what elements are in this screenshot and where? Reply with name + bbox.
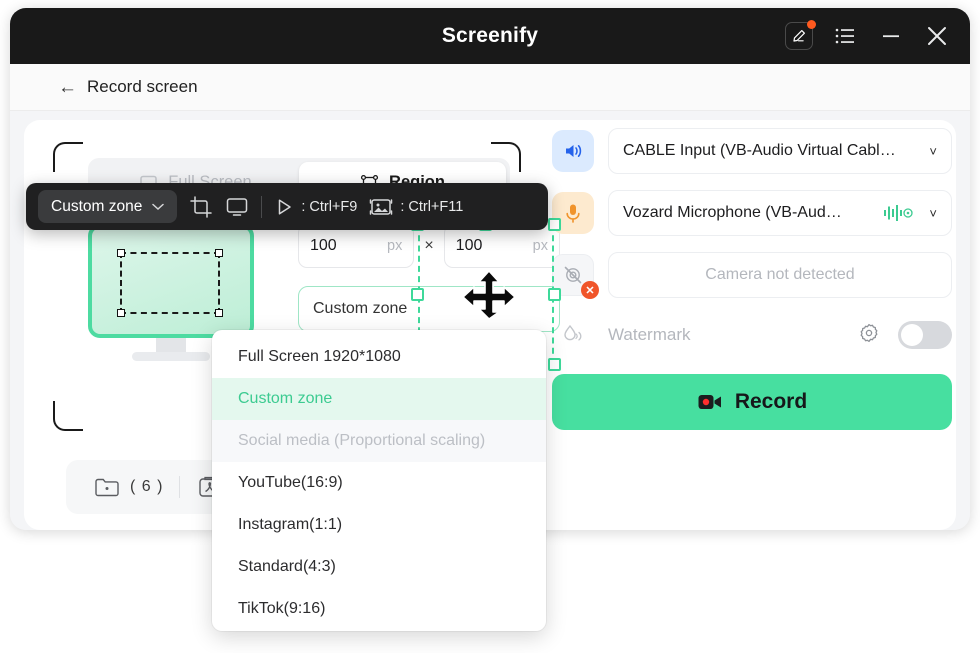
dropdown-group-label: Social media (Proportional scaling) bbox=[238, 432, 486, 449]
gear-icon bbox=[860, 323, 878, 342]
monitor-screen bbox=[88, 224, 254, 338]
toolbar-divider bbox=[261, 195, 263, 218]
speaker-select[interactable]: CABLE Input (VB-Audio Virtual Cabl… ˅ bbox=[608, 128, 952, 174]
dropdown-item-tiktok[interactable]: TikTok(9:16) bbox=[212, 588, 546, 630]
preview-handle-bl bbox=[117, 309, 125, 317]
strip-divider bbox=[179, 476, 181, 498]
selection-handle-tr[interactable] bbox=[548, 218, 561, 231]
toolbar-screenshot-shortcut[interactable]: : Ctrl+F11 bbox=[369, 197, 463, 217]
play-icon bbox=[279, 198, 292, 215]
sub-header: ← Record screen bbox=[10, 64, 970, 111]
screenshot-shortcut-label: : Ctrl+F11 bbox=[400, 198, 464, 215]
zone-preset-value: Custom zone bbox=[313, 300, 408, 317]
dropdown-item-label: Standard(4:3) bbox=[238, 558, 336, 575]
record-button[interactable]: Record bbox=[552, 374, 952, 430]
watermark-row: Watermark bbox=[552, 318, 952, 352]
page-title: Record screen bbox=[87, 77, 198, 96]
capture-toolbar: Custom zone : Ctrl+F9: Ctrl+F11 bbox=[26, 183, 548, 230]
preview-handle-tl bbox=[117, 249, 125, 257]
camera-status-field: Camera not detected bbox=[608, 252, 952, 298]
dropdown-item-instagram[interactable]: Instagram(1:1) bbox=[212, 504, 546, 546]
close-button[interactable] bbox=[922, 21, 952, 51]
chevron-down-icon bbox=[152, 203, 165, 210]
chevron-down-icon: ˅ bbox=[929, 205, 937, 221]
monitor-stand-base bbox=[132, 352, 210, 361]
watermark-icon bbox=[552, 322, 594, 348]
preview-handle-br bbox=[215, 309, 223, 317]
close-icon bbox=[928, 27, 946, 45]
selection-handle-ml[interactable] bbox=[411, 288, 424, 301]
watermark-label: Watermark bbox=[608, 325, 691, 344]
dropdown-item-label: YouTube(16:9) bbox=[238, 474, 343, 491]
dropdown-item-label: Full Screen 1920*1080 bbox=[238, 348, 401, 365]
notification-dot bbox=[807, 20, 816, 29]
back-button[interactable]: ← Record screen bbox=[58, 77, 198, 97]
edit-button[interactable] bbox=[784, 20, 816, 51]
titlebar-controls bbox=[784, 8, 952, 64]
audio-level-icon bbox=[884, 205, 914, 221]
width-input[interactable]: 100 px bbox=[298, 224, 415, 268]
record-button-label: Record bbox=[734, 390, 808, 413]
minimize-icon bbox=[883, 35, 899, 38]
selection-handle-mr[interactable] bbox=[548, 288, 561, 301]
toolbar-zone-select[interactable]: Custom zone bbox=[38, 190, 178, 223]
toolbar-record-shortcut[interactable]: : Ctrl+F9 bbox=[274, 197, 357, 217]
list-icon bbox=[835, 28, 854, 44]
preview-handle-tr bbox=[215, 249, 223, 257]
move-cursor-icon bbox=[462, 270, 516, 320]
title-bar: Screenify bbox=[10, 8, 970, 64]
speaker-row: CABLE Input (VB-Audio Virtual Cabl… ˅ bbox=[552, 128, 952, 174]
microphone-select[interactable]: Vozard Microphone (VB-Aud… ˅ bbox=[608, 190, 952, 236]
dropdown-item-label: TikTok(9:16) bbox=[238, 600, 326, 617]
toolbar-zone-label: Custom zone bbox=[51, 197, 143, 215]
record-shortcut-label: : Ctrl+F9 bbox=[301, 198, 358, 215]
selection-handle-br[interactable] bbox=[548, 358, 561, 371]
watermark-settings-button[interactable] bbox=[858, 322, 880, 349]
watermark-toggle-knob bbox=[901, 324, 923, 346]
recordings-folder-button[interactable]: ( 6 ) bbox=[94, 476, 163, 498]
watermark-toggle[interactable] bbox=[898, 321, 952, 349]
dropdown-group-social-media: Social media (Proportional scaling) bbox=[212, 420, 546, 462]
monitor-selection-rect bbox=[117, 249, 223, 317]
camera-row: ✕ Camera not detected bbox=[552, 252, 952, 299]
width-value: 100 bbox=[310, 237, 337, 254]
screen-icon bbox=[227, 197, 248, 216]
folder-icon bbox=[95, 478, 119, 497]
camera-status-label: Camera not detected bbox=[705, 266, 855, 283]
microphone-row: Vozard Microphone (VB-Aud… ˅ bbox=[552, 190, 952, 236]
chevron-down-icon: ˅ bbox=[929, 143, 937, 159]
frame-corner-top-left bbox=[53, 142, 83, 172]
microphone-device-label: Vozard Microphone (VB-Aud… bbox=[623, 204, 842, 221]
zone-preset-dropdown: Full Screen 1920*1080 Custom zone Social… bbox=[212, 330, 546, 631]
minimize-button[interactable] bbox=[876, 21, 906, 51]
crop-icon bbox=[190, 195, 213, 218]
app-root: Screenify ← Record screen Full Screen Re… bbox=[0, 0, 980, 653]
width-unit: px bbox=[387, 238, 403, 254]
dropdown-item-label: Instagram(1:1) bbox=[238, 516, 343, 533]
dropdown-item-custom-zone[interactable]: Custom zone bbox=[212, 378, 546, 420]
toolbar-crop-button[interactable] bbox=[189, 195, 213, 219]
speaker-icon[interactable] bbox=[552, 130, 594, 172]
toolbar-screen-button[interactable] bbox=[225, 196, 249, 218]
camcorder-icon bbox=[698, 395, 721, 409]
dropdown-item-standard[interactable]: Standard(4:3) bbox=[212, 546, 546, 588]
speaker-device-label: CABLE Input (VB-Audio Virtual Cabl… bbox=[623, 142, 896, 159]
camera-error-badge: ✕ bbox=[581, 281, 599, 299]
image-capture-icon bbox=[370, 198, 393, 215]
frame-corner-bottom-left bbox=[53, 401, 83, 431]
menu-button[interactable] bbox=[830, 21, 860, 51]
dropdown-item-youtube[interactable]: YouTube(16:9) bbox=[212, 462, 546, 504]
recordings-count: ( 6 ) bbox=[130, 478, 164, 495]
device-settings-pane: CABLE Input (VB-Audio Virtual Cabl… ˅ Vo… bbox=[552, 128, 952, 430]
back-arrow-icon: ← bbox=[58, 76, 77, 98]
dropdown-item-full-screen[interactable]: Full Screen 1920*1080 bbox=[212, 336, 546, 378]
dropdown-item-label: Custom zone bbox=[238, 390, 333, 407]
